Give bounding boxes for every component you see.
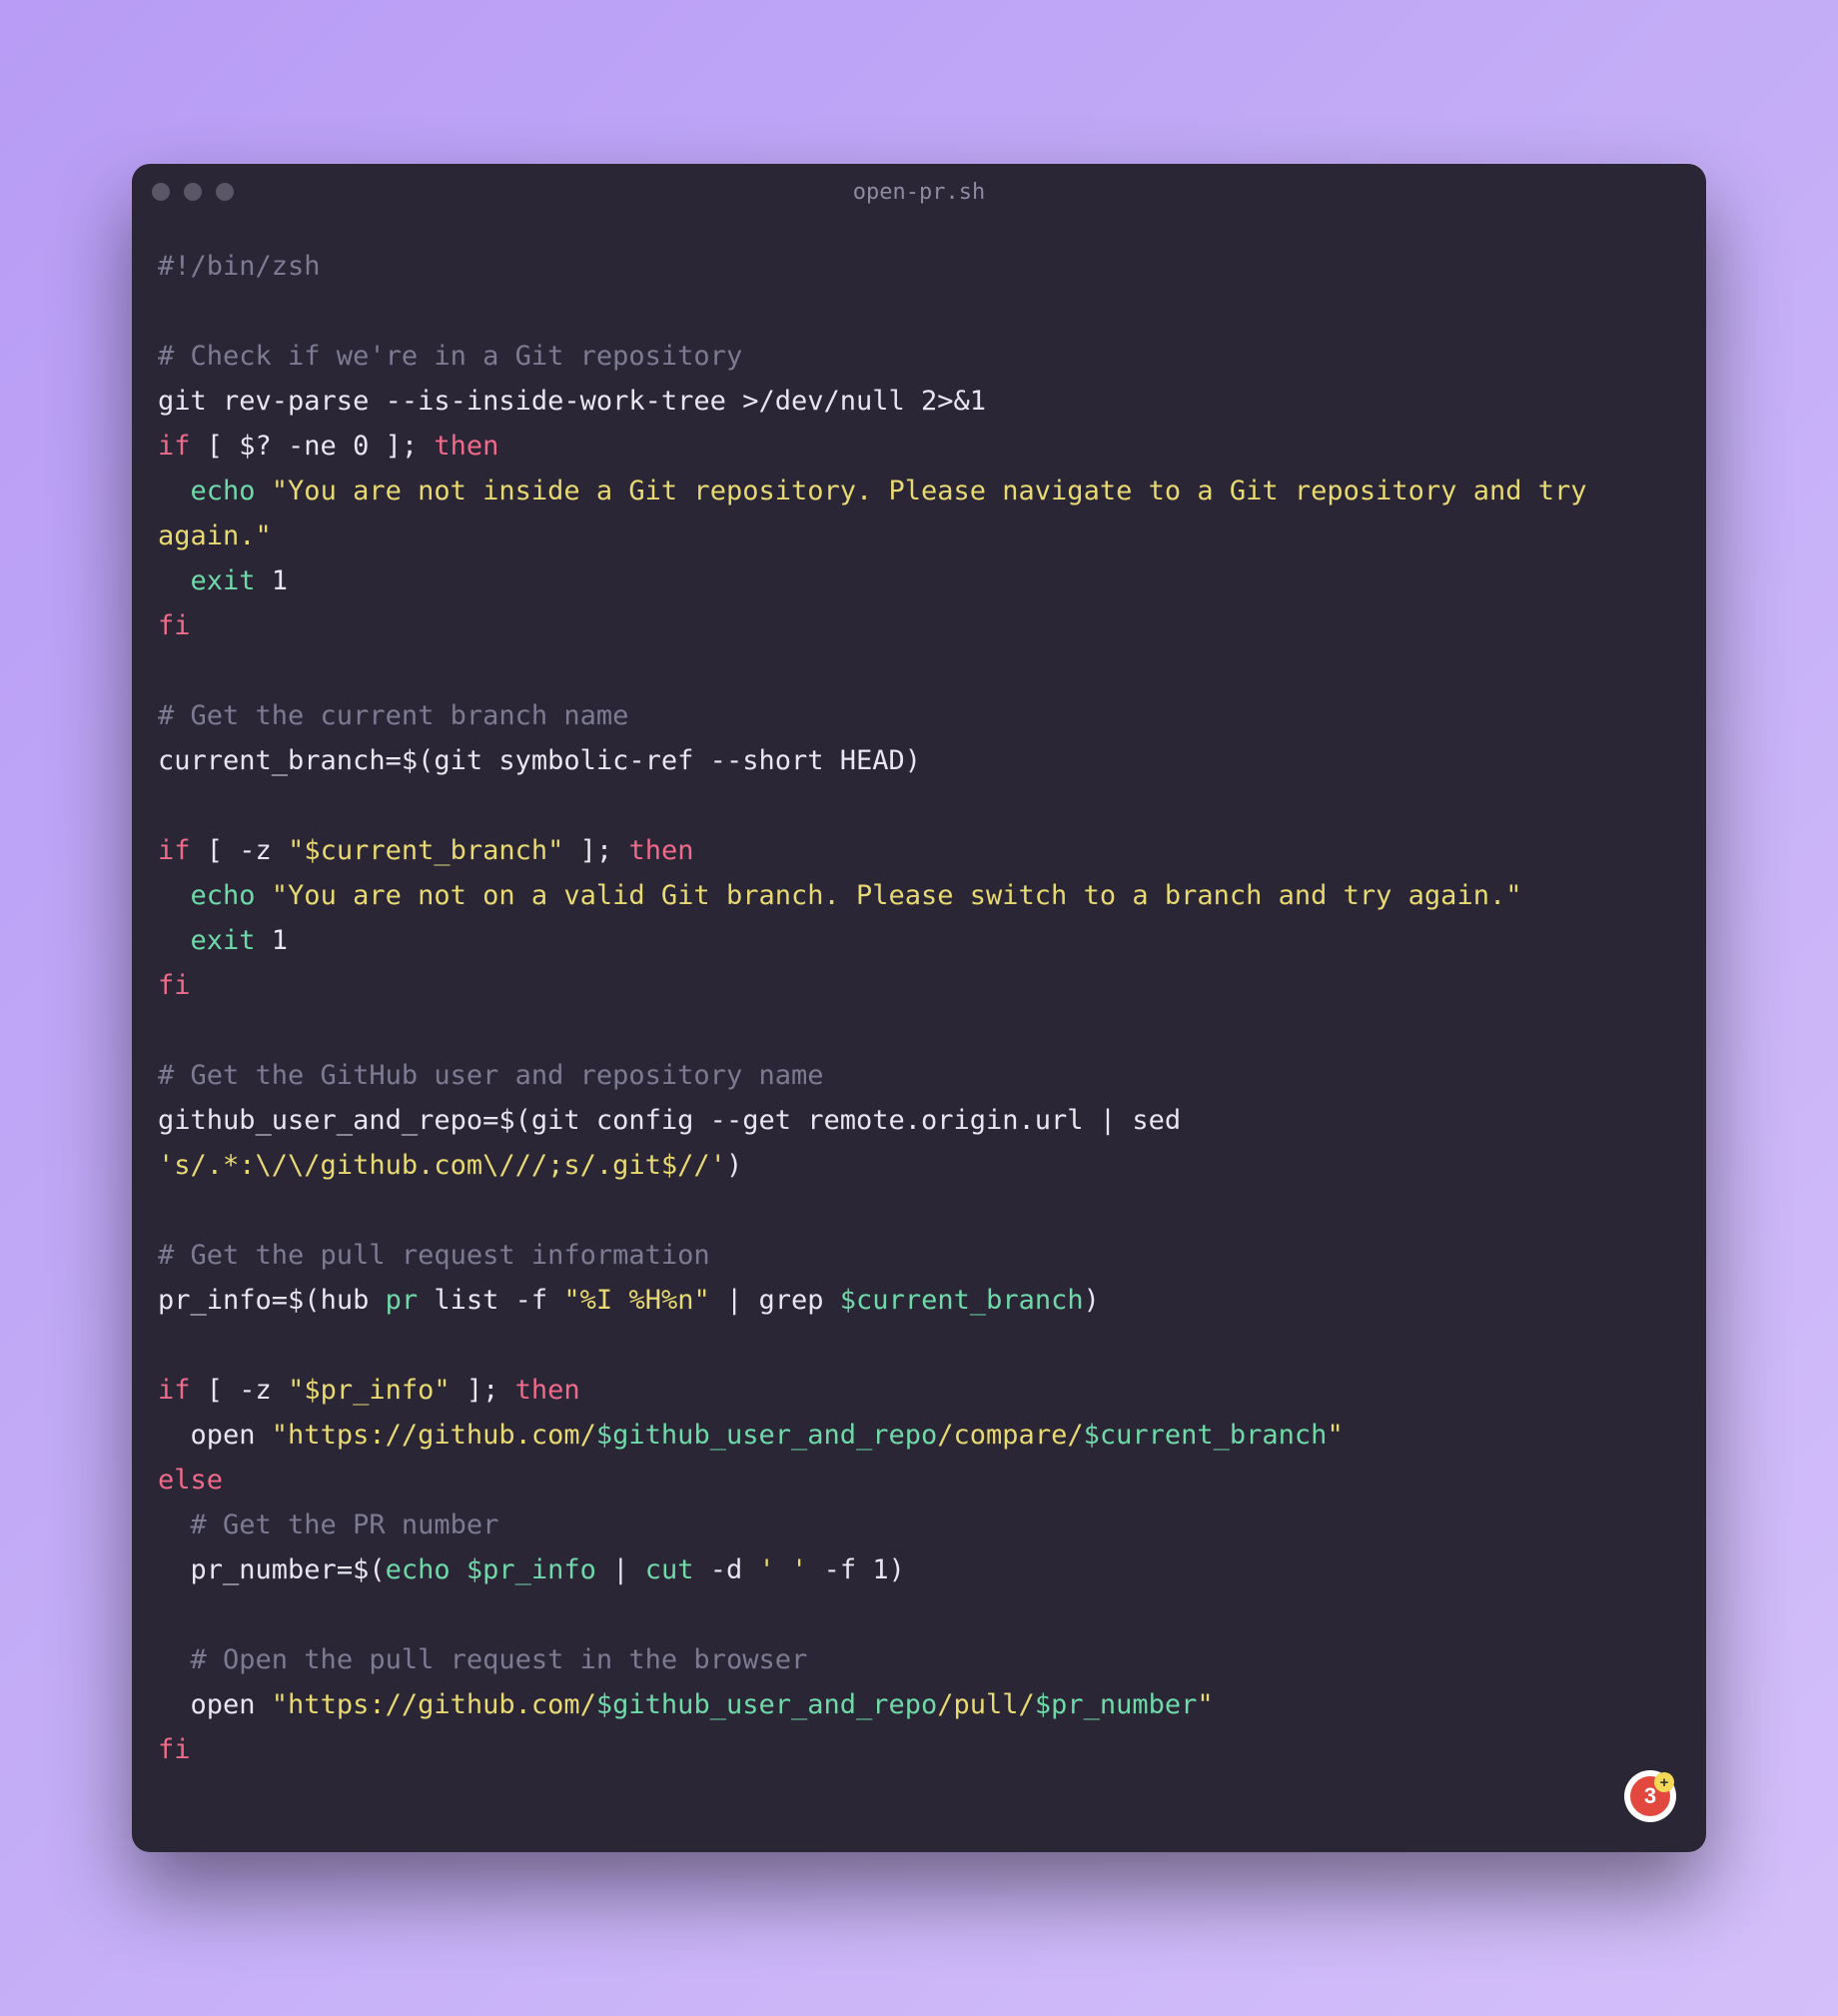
code-token: $current_branch bbox=[840, 1285, 1084, 1316]
code-token: exit bbox=[158, 565, 256, 596]
code-token: "https://github.com/ bbox=[272, 1689, 596, 1720]
code-token: hub bbox=[321, 1285, 386, 1316]
code-line: # Get the current branch name bbox=[158, 700, 628, 731]
code-token: current_branch=$( bbox=[158, 745, 434, 776]
code-token: grep bbox=[759, 1285, 840, 1316]
code-token: echo bbox=[158, 476, 272, 506]
code-token: /compare/ bbox=[937, 1420, 1083, 1451]
code-token: | bbox=[710, 1285, 759, 1316]
code-token: exit bbox=[158, 925, 256, 956]
code-line: # Get the pull request information bbox=[158, 1240, 710, 1271]
editor-window: open-pr.sh #!/bin/zsh # Check if we're i… bbox=[132, 164, 1706, 1852]
code-token: ' ' bbox=[759, 1554, 808, 1585]
code-token bbox=[451, 1554, 466, 1585]
code-token: then bbox=[434, 431, 498, 462]
code-token: if bbox=[158, 1375, 191, 1406]
titlebar: open-pr.sh bbox=[132, 164, 1706, 220]
code-content[interactable]: #!/bin/zsh # Check if we're in a Git rep… bbox=[132, 220, 1706, 1852]
close-icon[interactable] bbox=[152, 183, 170, 201]
code-token: $pr_info bbox=[466, 1554, 596, 1585]
code-token: pr_info=$( bbox=[158, 1285, 321, 1316]
code-token: | bbox=[1084, 1105, 1133, 1136]
code-token: "https://github.com/ bbox=[272, 1420, 596, 1451]
code-token: ) bbox=[1084, 1285, 1100, 1316]
code-line: #!/bin/zsh bbox=[158, 251, 321, 282]
code-token: ) bbox=[905, 745, 921, 776]
code-token: ]; bbox=[451, 1375, 515, 1406]
code-token: fi bbox=[158, 610, 191, 641]
code-token: cut bbox=[645, 1554, 694, 1585]
code-token: ]; bbox=[563, 835, 628, 866]
code-token: then bbox=[628, 835, 693, 866]
code-token: sed bbox=[1132, 1105, 1197, 1136]
code-token: "%I %H%n" bbox=[563, 1285, 709, 1316]
code-token: "$current_branch" bbox=[288, 835, 563, 866]
code-line: # Check if we're in a Git repository bbox=[158, 341, 742, 372]
code-token: ) bbox=[726, 1150, 742, 1181]
code-token: if bbox=[158, 431, 191, 462]
code-token: | bbox=[596, 1554, 645, 1585]
code-token: -d bbox=[694, 1554, 759, 1585]
window-title: open-pr.sh bbox=[132, 180, 1706, 205]
code-line: # Get the PR number bbox=[158, 1510, 498, 1540]
code-token: git symbolic-ref --short HEAD bbox=[434, 745, 904, 776]
code-token: echo bbox=[386, 1554, 451, 1585]
code-token: "$pr_info" bbox=[288, 1375, 451, 1406]
code-token: echo bbox=[158, 880, 272, 911]
code-token: "You are not on a valid Git branch. Plea… bbox=[272, 880, 1522, 911]
code-token: fi bbox=[158, 1734, 191, 1765]
code-token: pr bbox=[386, 1285, 419, 1316]
code-token: github_user_and_repo=$( bbox=[158, 1105, 531, 1136]
code-token: open bbox=[158, 1420, 272, 1451]
minimize-icon[interactable] bbox=[184, 183, 202, 201]
code-token: pr_number=$( bbox=[158, 1554, 386, 1585]
code-token: fi bbox=[158, 970, 191, 1001]
code-token: "You are not inside a Git repository. Pl… bbox=[158, 476, 1603, 551]
badge-plus-icon: + bbox=[1654, 1772, 1674, 1792]
code-token: then bbox=[515, 1375, 580, 1406]
code-token: 's/.*:\/\/github.com\///;s/.git$//' bbox=[158, 1150, 726, 1181]
code-token: $pr_number bbox=[1035, 1689, 1198, 1720]
code-token: else bbox=[158, 1465, 223, 1496]
code-token: " bbox=[1197, 1689, 1213, 1720]
code-token: if bbox=[158, 835, 191, 866]
code-token: /pull/ bbox=[937, 1689, 1035, 1720]
code-token: [ $? -ne 0 ]; bbox=[191, 431, 435, 462]
code-token: git config --get remote.origin.url bbox=[531, 1105, 1084, 1136]
code-token: $current_branch bbox=[1084, 1420, 1328, 1451]
code-token: 1 bbox=[256, 565, 289, 596]
code-token: $github_user_and_repo bbox=[596, 1689, 937, 1720]
code-token: 1 bbox=[256, 925, 289, 956]
code-token: open bbox=[158, 1689, 272, 1720]
badge-count: 3 + bbox=[1630, 1776, 1670, 1816]
code-token: $github_user_and_repo bbox=[596, 1420, 937, 1451]
code-token: [ -z bbox=[191, 835, 289, 866]
code-token: list -f bbox=[418, 1285, 563, 1316]
code-token: [ -z bbox=[191, 1375, 289, 1406]
code-token: -f 1) bbox=[807, 1554, 905, 1585]
code-line: # Get the GitHub user and repository nam… bbox=[158, 1060, 823, 1091]
code-line: # Open the pull request in the browser bbox=[158, 1644, 807, 1675]
notification-badge[interactable]: 3 + bbox=[1624, 1770, 1676, 1822]
zoom-icon[interactable] bbox=[216, 183, 234, 201]
code-line: git rev-parse --is-inside-work-tree >/de… bbox=[158, 386, 986, 417]
code-token: " bbox=[1327, 1420, 1343, 1451]
window-controls bbox=[152, 183, 234, 201]
